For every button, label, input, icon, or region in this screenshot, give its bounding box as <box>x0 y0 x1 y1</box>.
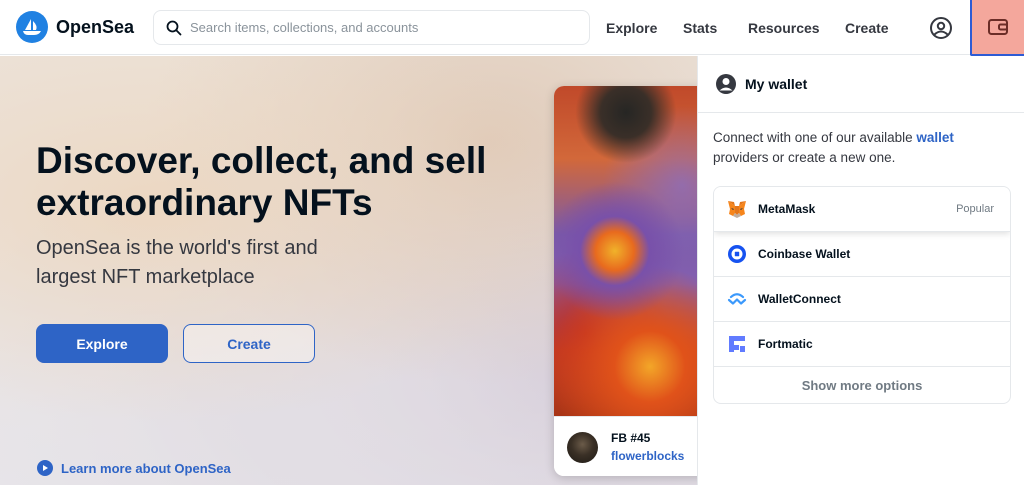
user-avatar-icon <box>716 74 736 94</box>
hero-section: Discover, collect, and sell extraordinar… <box>0 56 714 485</box>
provider-label: Coinbase Wallet <box>758 247 851 261</box>
account-icon <box>930 17 952 39</box>
wallet-desc-text-1: Connect with one of our available <box>713 130 917 145</box>
hero-title: Discover, collect, and sell extraordinar… <box>36 140 487 223</box>
nft-name: FB #45 <box>611 431 651 445</box>
logo-text: OpenSea <box>56 16 135 37</box>
create-button[interactable]: Create <box>183 324 315 363</box>
provider-coinbase-wallet[interactable]: Coinbase Wallet <box>714 232 1010 277</box>
learn-more-label: Learn more about OpenSea <box>61 460 231 476</box>
nav-resources[interactable]: Resources <box>748 0 820 55</box>
provider-fortmatic[interactable]: Fortmatic <box>714 322 1010 367</box>
play-circle-icon <box>37 460 53 476</box>
wallet-provider-list: MetaMask Popular Coinbase Wallet WalletC… <box>713 186 1011 404</box>
search-input[interactable] <box>190 20 570 35</box>
coinbase-icon <box>726 243 748 265</box>
nft-image[interactable] <box>554 86 714 416</box>
search-icon <box>166 20 182 35</box>
search-bar[interactable] <box>153 10 590 45</box>
wallet-desc-text-2: providers or create a new one. <box>713 150 896 165</box>
nav-create[interactable]: Create <box>845 0 889 55</box>
wallet-panel-header: My wallet <box>698 56 1024 113</box>
nav-stats[interactable]: Stats <box>683 0 717 55</box>
creator-avatar[interactable] <box>567 432 598 463</box>
top-navbar: OpenSea Explore Stats Resources Create <box>0 0 1024 56</box>
wallet-icon <box>988 19 1008 35</box>
hero-subtitle: OpenSea is the world's first and largest… <box>36 237 318 288</box>
popular-badge: Popular <box>956 203 994 215</box>
show-more-options-button[interactable]: Show more options <box>714 367 1010 403</box>
provider-metamask[interactable]: MetaMask Popular <box>714 187 1010 232</box>
wallet-info-link[interactable]: wallet <box>916 130 954 145</box>
learn-more-link[interactable]: Learn more about OpenSea <box>37 460 231 476</box>
wallet-panel: My wallet Connect with one of our availa… <box>697 56 1024 485</box>
provider-walletconnect[interactable]: WalletConnect <box>714 277 1010 322</box>
metamask-icon <box>726 198 748 220</box>
nft-collection-link[interactable]: flowerblocks <box>611 449 684 463</box>
nft-card-footer: FB #45 flowerblocks <box>554 416 714 476</box>
account-button[interactable] <box>925 12 957 44</box>
wallet-button[interactable] <box>970 0 1024 56</box>
featured-nft-card[interactable]: FB #45 flowerblocks <box>554 86 714 476</box>
explore-button[interactable]: Explore <box>36 324 168 363</box>
provider-label: WalletConnect <box>758 292 841 306</box>
walletconnect-icon <box>726 288 748 310</box>
opensea-logo-icon <box>16 11 48 43</box>
provider-label: Fortmatic <box>758 337 813 351</box>
fortmatic-icon <box>726 333 748 355</box>
provider-label: MetaMask <box>758 202 816 216</box>
nav-explore[interactable]: Explore <box>606 0 657 55</box>
wallet-description: Connect with one of our available wallet… <box>713 128 1013 168</box>
opensea-logo[interactable]: OpenSea <box>16 11 134 43</box>
wallet-panel-title: My wallet <box>745 76 808 92</box>
